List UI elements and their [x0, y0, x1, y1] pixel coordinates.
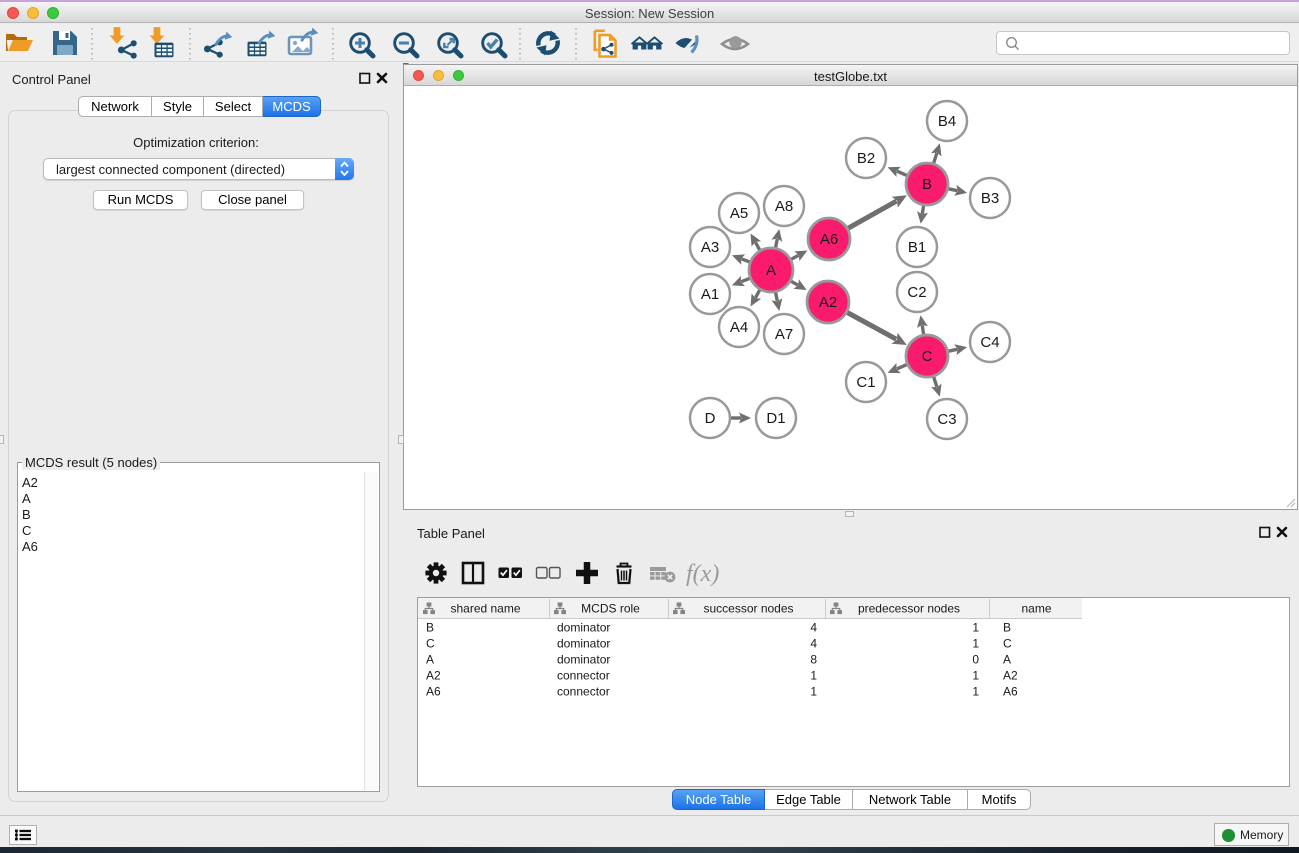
svg-text:dominator: dominator: [557, 621, 610, 635]
svg-text:B: B: [1003, 621, 1011, 635]
svg-text:MCDS role: MCDS role: [581, 602, 640, 616]
svg-text:C1: C1: [856, 374, 875, 391]
svg-text:C: C: [426, 637, 435, 651]
svg-text:4: 4: [810, 621, 817, 635]
svg-text:D: D: [705, 410, 716, 427]
svg-text:A3: A3: [701, 239, 719, 256]
svg-text:connector: connector: [557, 685, 610, 699]
svg-text:C: C: [1003, 637, 1012, 651]
svg-text:1: 1: [972, 669, 979, 683]
svg-text:shared name: shared name: [450, 602, 520, 616]
svg-text:B: B: [426, 621, 434, 635]
svg-text:B4: B4: [938, 113, 956, 130]
svg-text:B3: B3: [981, 190, 999, 207]
svg-text:1: 1: [972, 685, 979, 699]
svg-text:0: 0: [972, 653, 979, 667]
svg-text:A7: A7: [775, 326, 793, 343]
svg-text:A1: A1: [701, 286, 719, 303]
svg-text:connector: connector: [557, 669, 610, 683]
svg-text:dominator: dominator: [557, 637, 610, 651]
svg-text:successor nodes: successor nodes: [703, 602, 793, 616]
svg-text:1: 1: [972, 621, 979, 635]
svg-text:A: A: [766, 262, 776, 279]
svg-text:1: 1: [810, 685, 817, 699]
svg-text:B1: B1: [908, 239, 926, 256]
svg-text:A: A: [1003, 653, 1011, 667]
svg-text:A: A: [426, 653, 434, 667]
svg-text:A4: A4: [730, 319, 748, 336]
svg-text:f(x): f(x): [686, 561, 719, 587]
svg-text:B: B: [922, 176, 932, 193]
svg-text:A6: A6: [426, 685, 441, 699]
svg-text:A2: A2: [819, 294, 837, 311]
svg-text:1: 1: [810, 669, 817, 683]
svg-text:A6: A6: [1003, 685, 1018, 699]
svg-text:A6: A6: [820, 231, 838, 248]
svg-text:D1: D1: [766, 410, 785, 427]
svg-text:8: 8: [810, 653, 817, 667]
svg-text:1: 1: [972, 637, 979, 651]
svg-text:A2: A2: [1003, 669, 1018, 683]
svg-text:C3: C3: [937, 411, 956, 428]
svg-text:C2: C2: [907, 284, 926, 301]
svg-text:B2: B2: [857, 150, 875, 167]
svg-text:4: 4: [810, 637, 817, 651]
svg-text:name: name: [1021, 602, 1051, 616]
svg-text:A2: A2: [426, 669, 441, 683]
svg-text:C4: C4: [980, 334, 999, 351]
svg-text:dominator: dominator: [557, 653, 610, 667]
svg-text:C: C: [922, 348, 933, 365]
svg-text:A5: A5: [730, 205, 748, 222]
svg-text:predecessor nodes: predecessor nodes: [858, 602, 960, 616]
svg-text:A8: A8: [775, 198, 793, 215]
